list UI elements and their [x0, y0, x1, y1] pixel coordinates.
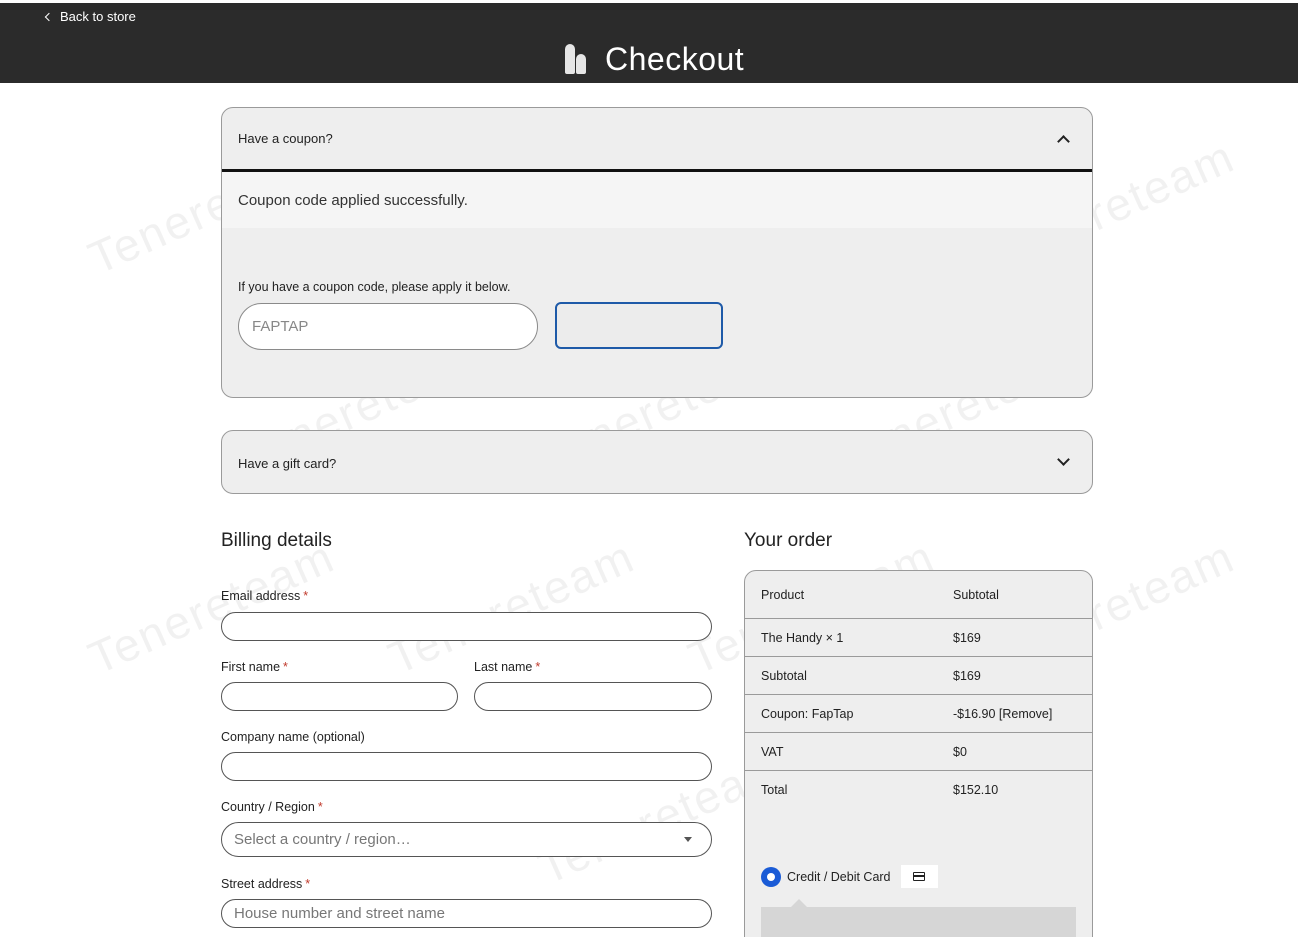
subtotal-column-header: Subtotal: [953, 587, 999, 602]
chevron-up-icon: [1057, 135, 1070, 148]
coupon-panel: Have a coupon? Coupon code applied succe…: [221, 107, 1093, 398]
caret-down-icon: [684, 837, 692, 842]
chevron-down-icon: [1057, 453, 1070, 466]
coupon-line-value[interactable]: -$16.90 [Remove]: [953, 707, 1052, 721]
company-field[interactable]: [221, 752, 712, 781]
table-row: VAT $0: [745, 733, 1092, 771]
back-link-label: Back to store: [60, 9, 136, 24]
payment-radio[interactable]: [761, 866, 781, 887]
gift-card-panel: Have a gift card?: [221, 430, 1093, 494]
table-row: Subtotal $169: [745, 657, 1092, 695]
country-label: Country / Region *: [221, 800, 323, 814]
total-label: Total: [761, 783, 788, 797]
total-value: $152.10: [953, 783, 999, 797]
table-row: Total $152.10: [745, 771, 1092, 809]
apply-coupon-button[interactable]: [555, 302, 723, 349]
last-name-label: Last name *: [474, 660, 541, 674]
company-label: Company name (optional): [221, 730, 365, 744]
page-title: Checkout: [605, 41, 745, 77]
table-row: Coupon: FapTap -$16.90 [Remove]: [745, 695, 1092, 733]
gift-card-toggle-label: Have a gift card?: [238, 455, 337, 471]
coupon-toggle[interactable]: Have a coupon?: [222, 108, 1092, 172]
vat-value: $0: [953, 744, 967, 759]
brand: Checkout: [565, 43, 744, 75]
brand-logo-icon: [565, 44, 587, 74]
country-select[interactable]: Select a country / region…: [221, 822, 712, 857]
your-order-title: Your order: [744, 530, 833, 551]
coupon-success-notice: Coupon code applied successfully.: [222, 172, 1092, 228]
order-item-price: $169: [953, 630, 981, 645]
coupon-line-label: Coupon: FapTap: [761, 706, 854, 721]
street-address-field[interactable]: House number and street name: [221, 899, 712, 928]
card-details-box: [761, 899, 1076, 937]
email-field[interactable]: [221, 612, 712, 641]
chevron-left-icon: [44, 12, 54, 22]
coupon-code-input[interactable]: FAPTAP: [238, 303, 538, 350]
payment-method-label: Credit / Debit Card: [787, 869, 891, 884]
first-name-label: First name *: [221, 660, 288, 674]
billing-details-title: Billing details: [221, 530, 332, 551]
product-column-header: Product: [761, 587, 805, 602]
order-summary: Product Subtotal The Handy × 1 $169 Subt…: [744, 570, 1093, 937]
vat-label: VAT: [761, 744, 784, 759]
payment-option-card[interactable]: Credit / Debit Card: [761, 865, 938, 888]
last-name-field[interactable]: [474, 682, 712, 711]
subtotal-value: $169: [953, 668, 981, 683]
gift-card-toggle[interactable]: Have a gift card?: [222, 431, 1092, 493]
table-row: The Handy × 1 $169: [745, 619, 1092, 657]
street-address-placeholder: House number and street name: [234, 905, 445, 922]
country-select-placeholder: Select a country / region…: [234, 831, 411, 848]
subtotal-label: Subtotal: [761, 668, 807, 683]
coupon-hint: If you have a coupon code, please apply …: [238, 280, 511, 294]
order-table-header: Product Subtotal: [745, 571, 1092, 619]
watermark-text: Tenereteam: [80, 529, 343, 685]
credit-card-icon: [900, 865, 938, 888]
checkout-header: Back to store Checkout: [0, 3, 1298, 83]
first-name-field[interactable]: [221, 682, 458, 711]
order-item-name: The Handy × 1: [761, 630, 844, 645]
coupon-toggle-label: Have a coupon?: [238, 131, 333, 146]
coupon-success-message: Coupon code applied successfully.: [238, 191, 468, 209]
street-label: Street address *: [221, 877, 311, 891]
back-to-store-link[interactable]: Back to store: [44, 9, 136, 24]
email-label: Email address *: [221, 589, 309, 603]
